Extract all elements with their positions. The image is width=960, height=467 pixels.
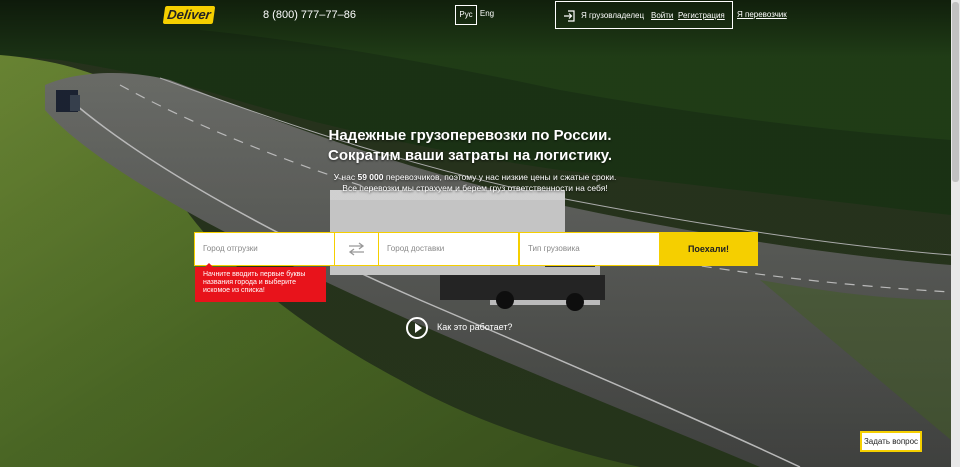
search-form: Город отгрузки Город доставки Тип грузов…: [194, 232, 758, 266]
go-button[interactable]: Поехали!: [660, 233, 757, 265]
play-icon[interactable]: [406, 317, 428, 339]
sub-suffix: перевозчиков, поэтому у нас низкие цены …: [383, 172, 617, 182]
swap-cities-button[interactable]: [335, 233, 378, 265]
hero-subtitle: У нас 59 000 перевозчиков, поэтому у нас…: [270, 172, 680, 194]
scrollbar-thumb[interactable]: [952, 2, 959, 182]
owner-label: Я грузовладелец: [581, 11, 645, 20]
truck-type-select[interactable]: Тип грузовика: [520, 233, 659, 265]
how-it-works-label: Как это работает?: [437, 322, 513, 332]
sub-prefix: У нас: [333, 172, 358, 182]
login-link[interactable]: Войти: [651, 11, 673, 20]
carrier-count: 59 000: [357, 172, 384, 182]
deliver-logo[interactable]: Deliver: [162, 6, 216, 24]
top-header: Deliver 8 (800) 777–77–86 Рус Eng Я груз…: [0, 0, 951, 32]
ask-question-button[interactable]: Задать вопрос: [860, 431, 922, 452]
hero-title-line1: Надежные грузоперевозки по России.: [328, 127, 612, 144]
hero-title-line2: Сократим ваши затраты на логистику.: [327, 147, 612, 164]
register-link[interactable]: Регистрация: [678, 11, 725, 20]
hero-subtitle-line2: Все перевозки мы страхуем и берем груз о…: [342, 183, 608, 193]
owner-panel: Я грузовладелец Войти Регистрация: [555, 1, 733, 29]
lang-ru-button[interactable]: Рус: [455, 5, 477, 25]
lang-en-button[interactable]: Eng: [478, 5, 496, 25]
login-icon: [563, 9, 575, 22]
to-city-input[interactable]: Город доставки: [379, 233, 518, 265]
page-scrollbar[interactable]: [951, 0, 960, 467]
phone-number: 8 (800) 777–77–86: [263, 9, 356, 21]
city-hint-tooltip: Начните вводить первые буквы названия го…: [195, 263, 326, 302]
from-city-input[interactable]: Город отгрузки: [195, 233, 334, 265]
hero-subtitle-line1: У нас 59 000 перевозчиков, поэтому у нас…: [270, 172, 680, 183]
hero-title: Надежные грузоперевозки по России. Сокра…: [250, 126, 690, 166]
carrier-link[interactable]: Я перевозчик: [737, 10, 787, 19]
